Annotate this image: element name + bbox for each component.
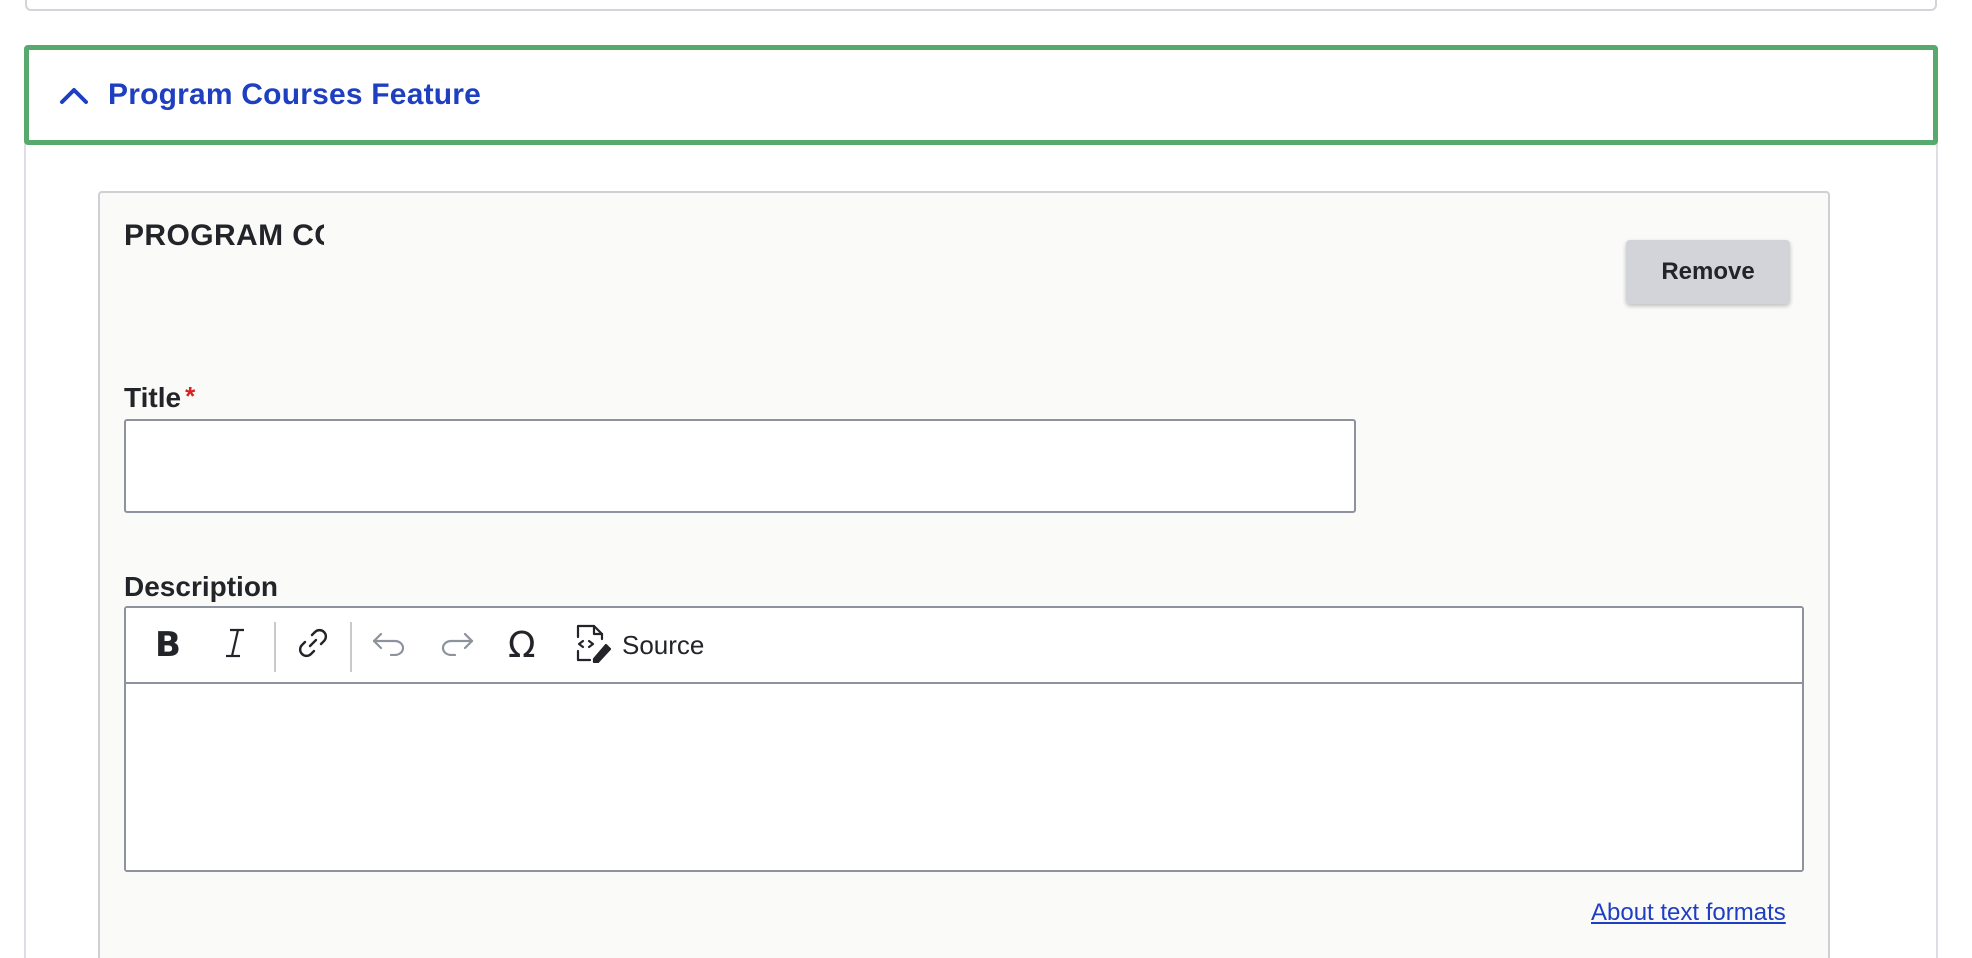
svg-text:B: B — [155, 626, 181, 660]
link-icon — [296, 626, 330, 665]
paragraph-type-label: PROGRAM CO — [124, 219, 324, 252]
title-label-text: Title — [124, 382, 182, 413]
source-label: Source — [622, 629, 705, 660]
redo-button[interactable] — [430, 618, 484, 672]
page: Program Courses Feature PROGRAM CO Remov… — [0, 0, 1972, 958]
previous-panel — [25, 0, 1937, 11]
toolbar-separator — [274, 622, 276, 672]
source-edit-icon — [572, 623, 612, 668]
title-label: Title * — [124, 381, 196, 414]
chevron-up-icon — [54, 75, 94, 115]
undo-icon — [371, 630, 407, 661]
bold-button[interactable]: B — [140, 618, 194, 672]
toolbar-separator — [350, 622, 352, 672]
omega-icon: Ω — [507, 625, 543, 666]
about-text-formats-link[interactable]: About text formats — [1591, 899, 1786, 927]
remove-button[interactable]: Remove — [1626, 240, 1790, 304]
bold-icon: B — [152, 625, 182, 665]
special-characters-button[interactable]: Ω — [498, 618, 552, 672]
description-editor-content[interactable] — [126, 684, 1802, 870]
section-title: Program Courses Feature — [108, 78, 482, 111]
description-editor: B Ω Source — [124, 606, 1804, 872]
italic-button[interactable] — [208, 618, 262, 672]
title-input[interactable] — [124, 419, 1356, 513]
svg-text:Ω: Ω — [508, 626, 536, 660]
editor-toolbar: B Ω Source — [126, 608, 1802, 684]
required-marker: * — [185, 381, 196, 411]
link-button[interactable] — [286, 618, 340, 672]
source-button[interactable]: Source — [572, 618, 722, 672]
redo-icon — [439, 630, 475, 661]
description-label: Description — [124, 571, 279, 602]
italic-icon — [222, 626, 248, 665]
section-toggle[interactable]: Program Courses Feature — [24, 45, 1938, 145]
undo-button[interactable] — [362, 618, 416, 672]
